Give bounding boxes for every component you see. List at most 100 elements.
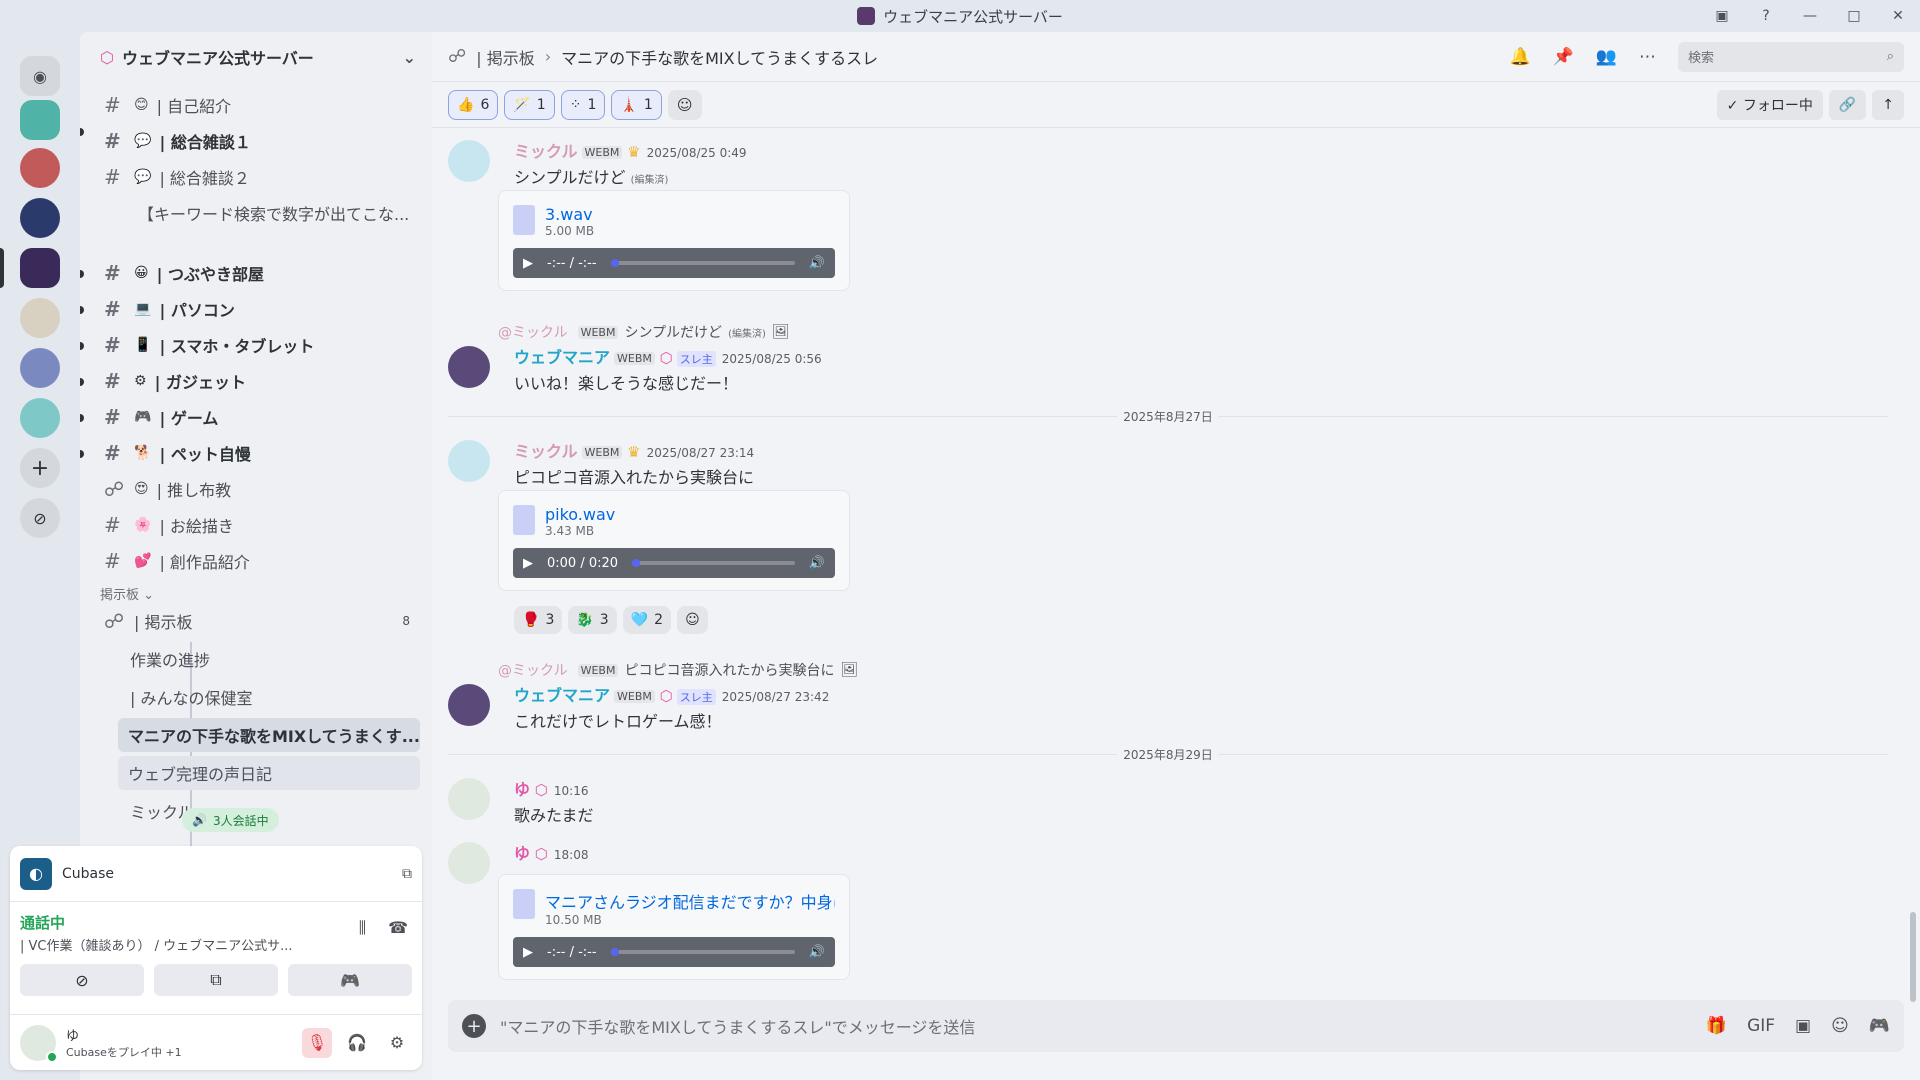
reply-preview[interactable]: @ミックル WEBM ピコピコ音源入れたから実験台に 🖼: [498, 660, 858, 680]
message-input[interactable]: "マニアの下手な歌をMIXしてうまくするスレ"でメッセージを送信: [500, 1014, 975, 1038]
thread-item[interactable]: | みんなの保健室: [120, 680, 420, 714]
play-icon[interactable]: ▶: [523, 256, 533, 271]
breadcrumb-forum[interactable]: | 掲示板: [476, 45, 534, 69]
noise-suppression-icon[interactable]: ⫼: [359, 918, 366, 938]
server-icon-3[interactable]: [20, 198, 60, 238]
username[interactable]: ウェブマニア: [514, 348, 610, 367]
emoji-icon[interactable]: ☺: [1831, 1016, 1849, 1036]
voice-connected-label[interactable]: 通話中: [20, 912, 412, 933]
disconnect-icon[interactable]: ☎: [388, 918, 408, 938]
reaction-chip[interactable]: 🪄 1: [504, 89, 555, 120]
gif-icon[interactable]: GIF: [1747, 1016, 1775, 1036]
screen-share-icon[interactable]: ⧉: [402, 866, 412, 882]
avatar[interactable]: [20, 1024, 58, 1063]
gear-icon[interactable]: ⚙: [382, 1028, 412, 1058]
link-icon[interactable]: 🔗: [1828, 89, 1867, 120]
channel-item[interactable]: # 💕 | 創作品紹介: [90, 544, 410, 578]
audio-player[interactable]: ▶ 0:00 / 0:20 🔊: [513, 548, 835, 578]
channel-item[interactable]: # 😀 | つぶやき部屋: [90, 256, 410, 290]
scrollbar[interactable]: [1910, 912, 1916, 1002]
add-server-icon[interactable]: +: [20, 448, 60, 488]
file-name-link[interactable]: 3.wav: [545, 205, 835, 224]
channel-item[interactable]: # 🌸 | お絵描き: [90, 508, 410, 542]
thread-item[interactable]: 【キーワード検索で数字が出てこな...: [120, 196, 420, 230]
category-label[interactable]: 掲示板 ⌄: [100, 584, 154, 603]
reaction-chip[interactable]: 🥊 3: [514, 606, 563, 634]
audio-player[interactable]: ▶ -:-- / -:-- 🔊: [513, 937, 835, 967]
channel-item[interactable]: # 💬 | 総合雑談２: [90, 160, 410, 194]
seek-bar[interactable]: [632, 559, 795, 567]
discord-home-icon[interactable]: ◉: [20, 56, 60, 96]
pin-icon[interactable]: 📌: [1553, 47, 1574, 67]
activities-icon[interactable]: 🎮: [1869, 1016, 1890, 1036]
screen-share-button[interactable]: ⧉: [154, 964, 278, 996]
more-icon[interactable]: ⋯: [1639, 47, 1656, 67]
file-name-link[interactable]: piko.wav: [545, 505, 835, 524]
reaction-chip[interactable]: 🗼 1: [611, 89, 662, 120]
play-icon[interactable]: ▶: [523, 945, 533, 960]
maximize-button[interactable]: □: [1832, 8, 1876, 24]
minimize-button[interactable]: —: [1788, 8, 1832, 24]
avatar[interactable]: [448, 842, 490, 884]
channel-item[interactable]: # ⚙ | ガジェット: [90, 364, 410, 398]
reaction-chip[interactable]: 👍 6: [448, 89, 499, 120]
channel-item[interactable]: # 💬 | 総合雑談１: [90, 124, 410, 158]
server-icon-7[interactable]: [20, 398, 60, 438]
help-icon[interactable]: ?: [1744, 8, 1788, 24]
server-icon-2[interactable]: [20, 148, 60, 188]
hash-icon: #: [104, 549, 121, 573]
server-icon-1[interactable]: [20, 100, 60, 140]
avatar[interactable]: [448, 346, 490, 388]
reaction-chip[interactable]: 🩵 2: [622, 606, 672, 634]
thread-item[interactable]: 作業の進捗: [120, 642, 420, 676]
thread-item[interactable]: ウェブ完理の声日記: [118, 756, 420, 790]
server-icon-5[interactable]: [20, 298, 60, 338]
arrow-up-icon[interactable]: ↑: [1872, 89, 1904, 120]
reply-preview[interactable]: @ミックル WEBM シンプルだけど (編集済) 🖼: [498, 322, 790, 342]
volume-icon[interactable]: 🔊: [809, 556, 825, 571]
mic-muted-icon[interactable]: 🎙: [302, 1027, 332, 1058]
avatar[interactable]: [448, 140, 490, 182]
activity-button[interactable]: 🎮: [288, 964, 412, 996]
attach-plus-icon[interactable]: +: [462, 1014, 486, 1038]
channel-item[interactable]: # 📱 | スマホ・タブレット: [90, 328, 410, 362]
avatar[interactable]: [448, 440, 490, 482]
avatar[interactable]: [448, 684, 490, 726]
voice-chat-badge[interactable]: 🔊 3人会話中: [182, 808, 279, 832]
close-button[interactable]: ✕: [1876, 8, 1920, 24]
username[interactable]: ミックル: [514, 142, 578, 161]
channel-item[interactable]: ☍ 😍 | 推し布教: [90, 472, 410, 506]
seek-bar[interactable]: [610, 948, 795, 956]
seek-bar[interactable]: [610, 259, 795, 267]
voice-channel-name[interactable]: | VC作業（雑談あり） / ウェブマニア公式サ...: [20, 935, 350, 954]
file-name-link[interactable]: マニアさんラジオ配信まだですか？中身には関係ない: [545, 889, 835, 913]
channel-item[interactable]: # 💻 | パソコン: [90, 292, 410, 326]
avatar[interactable]: [448, 778, 490, 820]
add-reaction-icon[interactable]: ☺: [667, 89, 702, 120]
thread-item-selected[interactable]: マニアの下手な歌をMIXしてうまくす...: [118, 718, 420, 752]
search-input[interactable]: 検索 ⌕: [1678, 41, 1904, 72]
volume-icon[interactable]: 🔊: [809, 256, 825, 271]
channel-item[interactable]: # 🎮 | ゲーム: [90, 400, 410, 434]
follow-button[interactable]: ✓ フォロー中: [1716, 89, 1823, 120]
play-icon[interactable]: ▶: [523, 556, 533, 571]
headphones-icon[interactable]: 🎧: [342, 1028, 372, 1058]
server-icon-webmania[interactable]: [20, 248, 60, 288]
inbox-icon[interactable]: ▣: [1700, 8, 1744, 24]
channel-item[interactable]: # 🐕 | ペット自慢: [90, 436, 410, 470]
sticker-icon[interactable]: ▣: [1795, 1016, 1811, 1036]
members-icon[interactable]: 👥: [1596, 47, 1617, 67]
volume-icon[interactable]: 🔊: [809, 945, 825, 960]
server-icon-6[interactable]: [20, 348, 60, 388]
forum-channel[interactable]: ☍ | 掲示板 8: [90, 604, 410, 638]
explore-icon[interactable]: ⊘: [20, 498, 60, 538]
bell-icon[interactable]: 🔔: [1509, 47, 1530, 67]
server-header[interactable]: ⬡ ウェブマニア公式サーバー ⌄: [80, 32, 432, 82]
audio-player[interactable]: ▶ -:-- / -:-- 🔊: [513, 248, 835, 278]
add-reaction-icon[interactable]: ☺: [677, 606, 708, 634]
gift-icon[interactable]: 🎁: [1706, 1016, 1727, 1036]
reaction-chip[interactable]: ⁘ 1: [560, 89, 606, 120]
reaction-chip[interactable]: 🐉 3: [568, 606, 617, 634]
camera-off-button[interactable]: ⊘: [20, 964, 144, 996]
channel-item[interactable]: # 😊 | 自己紹介: [90, 88, 410, 122]
